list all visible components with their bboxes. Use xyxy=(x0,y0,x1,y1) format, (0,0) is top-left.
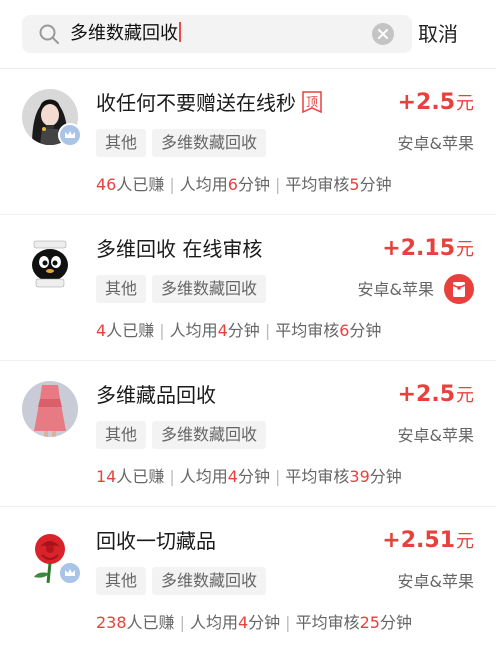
task-stats: 46人已赚 | 人均用6分钟 | 平均审核5分钟 xyxy=(96,175,392,194)
avatar xyxy=(22,235,78,291)
avatar xyxy=(22,381,78,437)
verified-badge-icon xyxy=(58,123,82,147)
task-title: 回收一切藏品 xyxy=(96,529,216,553)
task-stats: 4人已赚 | 人均用4分钟 | 平均审核6分钟 xyxy=(96,321,382,340)
search-icon xyxy=(39,24,59,44)
search-box[interactable]: 多维数藏回收 xyxy=(22,15,412,53)
list-item[interactable]: 回收一切藏品 +2.51元 其他 多维数藏回收 安卓&苹果 238人已赚 | 人均用4… xyxy=(0,507,496,650)
task-stats: 238人已赚 | 人均用4分钟 | 平均审核25分钟 xyxy=(96,613,412,632)
avatar-penguin-icon xyxy=(22,235,78,291)
tag-category: 其他 xyxy=(96,421,147,449)
tag-keyword: 多维数藏回收 xyxy=(152,129,267,157)
tag-category: 其他 xyxy=(96,567,147,595)
tag-keyword: 多维数藏回收 xyxy=(152,567,267,595)
svg-text:顶: 顶 xyxy=(306,95,318,109)
tag-category: 其他 xyxy=(96,275,147,303)
reward-amount: +2.15元 xyxy=(382,236,474,261)
task-list: 收任何不要赠送在线秒顶 +2.5元 其他 多维数藏回收 安卓&苹果 46人已赚 | 人… xyxy=(0,69,496,650)
pinned-icon: 顶 xyxy=(302,91,322,113)
reward-amount: +2.51元 xyxy=(382,528,474,553)
search-header: 多维数藏回收 取消 xyxy=(0,0,496,69)
task-title: 多维藏品回收 xyxy=(96,383,216,407)
task-stats: 14人已赚 | 人均用4分钟 | 平均审核39分钟 xyxy=(96,467,402,486)
tag-list: 其他 多维数藏回收 xyxy=(96,275,272,305)
verified-badge-icon xyxy=(58,561,82,585)
red-packet-icon[interactable] xyxy=(444,274,474,304)
tag-list: 其他 多维数藏回收 xyxy=(96,421,272,451)
search-query-text: 多维数藏回收 xyxy=(70,23,178,44)
avatar-dress-icon xyxy=(22,381,78,437)
clear-icon[interactable] xyxy=(372,23,394,45)
reward-amount: +2.5元 xyxy=(397,382,474,407)
tag-keyword: 多维数藏回收 xyxy=(152,421,267,449)
reward-amount: +2.5元 xyxy=(397,90,474,115)
platform-label: 安卓&苹果 xyxy=(397,134,474,153)
search-input[interactable]: 多维数藏回收 xyxy=(70,22,181,46)
platform-label: 安卓&苹果 xyxy=(397,426,474,445)
tag-category: 其他 xyxy=(96,129,147,157)
task-title: 收任何不要赠送在线秒顶 xyxy=(96,89,322,117)
search-results-page: 多维数藏回收 取消 收任何不要赠送在线秒 顶 +2.5元 其他 多维数藏回收 安… xyxy=(0,0,496,650)
cancel-button[interactable]: 取消 xyxy=(418,15,458,53)
list-item[interactable]: 收任何不要赠送在线秒顶 +2.5元 其他 多维数藏回收 安卓&苹果 46人已赚 | 人… xyxy=(0,69,496,215)
platform-label: 安卓&苹果 xyxy=(397,572,474,591)
tag-list: 其他 多维数藏回收 xyxy=(96,567,272,597)
platform-label: 安卓&苹果 xyxy=(357,280,434,299)
task-title: 多维回收 在线审核 xyxy=(96,237,263,261)
list-item[interactable]: 多维回收 在线审核 +2.15元 其他 多维数藏回收 安卓&苹果 4人已赚 | 人均用… xyxy=(0,215,496,361)
list-item[interactable]: 多维藏品回收 +2.5元 其他 多维数藏回收 安卓&苹果 14人已赚 | 人均用4分钟… xyxy=(0,361,496,507)
avatar xyxy=(22,527,82,585)
avatar xyxy=(22,89,82,147)
text-caret xyxy=(179,22,181,42)
tag-keyword: 多维数藏回收 xyxy=(152,275,267,303)
tag-list: 其他 多维数藏回收 xyxy=(96,129,272,159)
